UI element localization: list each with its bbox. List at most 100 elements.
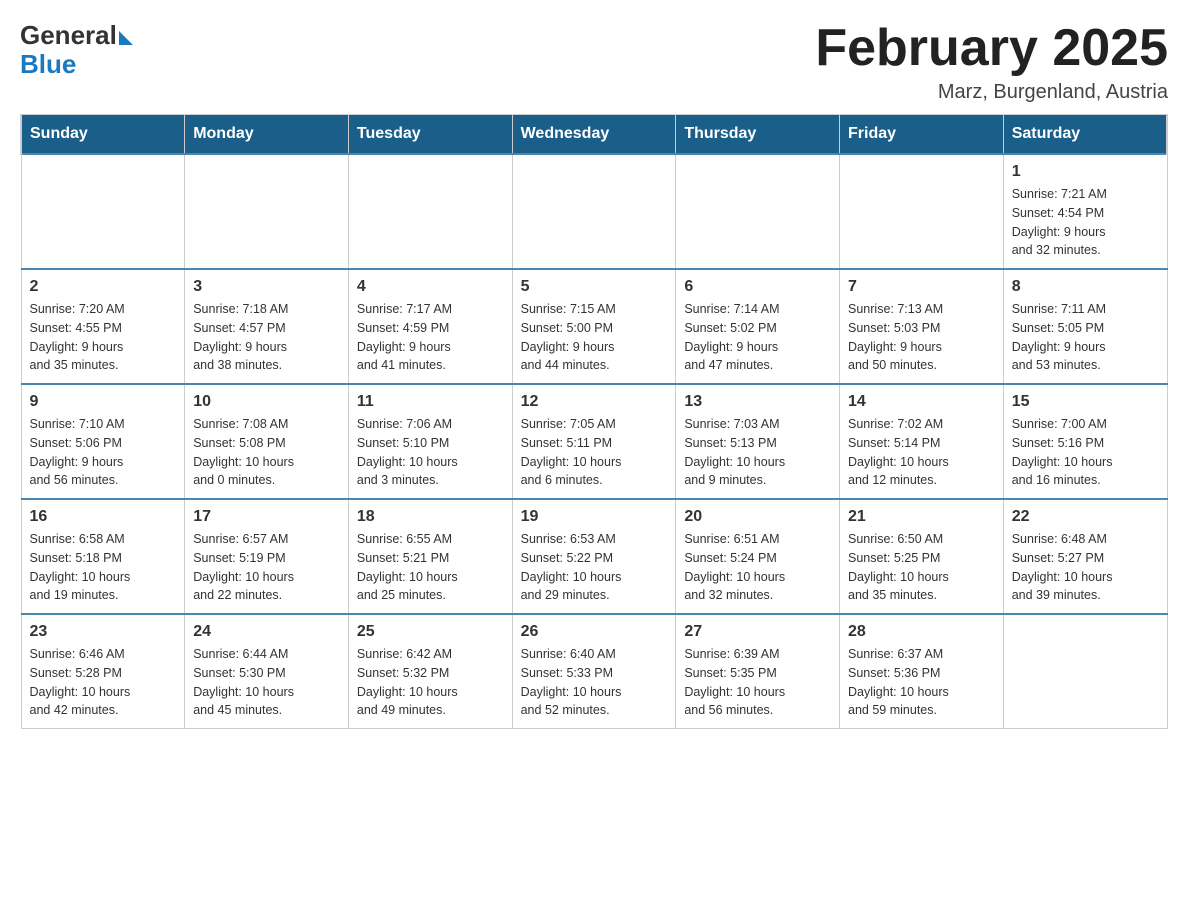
weekday-header-tuesday: Tuesday (348, 115, 512, 155)
day-number: 26 (521, 623, 668, 641)
day-info: Sunrise: 6:58 AMSunset: 5:18 PMDaylight:… (30, 530, 177, 605)
day-number: 20 (684, 508, 831, 526)
calendar: SundayMondayTuesdayWednesdayThursdayFrid… (20, 114, 1168, 729)
weekday-header-wednesday: Wednesday (512, 115, 676, 155)
day-number: 13 (684, 393, 831, 411)
day-info: Sunrise: 6:44 AMSunset: 5:30 PMDaylight:… (193, 645, 340, 720)
calendar-cell (1003, 614, 1167, 729)
day-info: Sunrise: 7:20 AMSunset: 4:55 PMDaylight:… (30, 300, 177, 375)
calendar-cell: 22Sunrise: 6:48 AMSunset: 5:27 PMDayligh… (1003, 499, 1167, 614)
day-info: Sunrise: 6:46 AMSunset: 5:28 PMDaylight:… (30, 645, 177, 720)
calendar-cell: 24Sunrise: 6:44 AMSunset: 5:30 PMDayligh… (185, 614, 349, 729)
calendar-cell: 18 Sunrise: 6:55 AMSunset: 5:21 PMDayligh… (348, 499, 512, 614)
calendar-cell: 26 Sunrise: 6:40 AMSunset: 5:33 PMDayligh… (512, 614, 676, 729)
calendar-cell: 6 Sunrise: 7:14 AMSunset: 5:02 PMDaylight… (676, 269, 840, 384)
day-number: 3 (193, 278, 340, 296)
day-number: 19 (521, 508, 668, 526)
calendar-cell (840, 154, 1004, 269)
day-number: 23 (30, 623, 177, 641)
calendar-week-2: 2 Sunrise: 7:20 AMSunset: 4:55 PMDaylight… (21, 269, 1167, 384)
calendar-cell: 28 Sunrise: 6:37 AMSunset: 5:36 PMDayligh… (840, 614, 1004, 729)
calendar-cell: 9Sunrise: 7:10 AMSunset: 5:06 PMDaylight… (21, 384, 185, 499)
calendar-cell (185, 154, 349, 269)
day-number: 4 (357, 278, 504, 296)
location: Marz, Burgenland, Austria (815, 81, 1168, 104)
calendar-cell (676, 154, 840, 269)
day-info: Sunrise: 6:42 AMSunset: 5:32 PMDaylight:… (357, 645, 504, 720)
day-info: Sunrise: 7:10 AMSunset: 5:06 PMDaylight:… (30, 415, 177, 490)
day-info: Sunrise: 6:37 AMSunset: 5:36 PMDaylight:… (848, 645, 995, 720)
day-number: 15 (1012, 393, 1159, 411)
day-info: Sunrise: 6:53 AMSunset: 5:22 PMDaylight:… (521, 530, 668, 605)
day-number: 25 (357, 623, 504, 641)
day-info: Sunrise: 6:51 AMSunset: 5:24 PMDaylight:… (684, 530, 831, 605)
day-info: Sunrise: 7:11 AMSunset: 5:05 PMDaylight:… (1012, 300, 1159, 375)
page-header: General Blue February 2025 Marz, Burgenl… (20, 20, 1168, 104)
day-number: 16 (30, 508, 177, 526)
calendar-cell: 1 Sunrise: 7:21 AMSunset: 4:54 PMDaylight… (1003, 154, 1167, 269)
day-info: Sunrise: 7:17 AMSunset: 4:59 PMDaylight:… (357, 300, 504, 375)
day-number: 18 (357, 508, 504, 526)
day-info: Sunrise: 6:39 AMSunset: 5:35 PMDaylight:… (684, 645, 831, 720)
calendar-cell: 16 Sunrise: 6:58 AMSunset: 5:18 PMDayligh… (21, 499, 185, 614)
calendar-cell: 19 Sunrise: 6:53 AMSunset: 5:22 PMDayligh… (512, 499, 676, 614)
calendar-cell: 8 Sunrise: 7:11 AMSunset: 5:05 PMDaylight… (1003, 269, 1167, 384)
calendar-week-1: 1 Sunrise: 7:21 AMSunset: 4:54 PMDaylight… (21, 154, 1167, 269)
calendar-week-5: 23 Sunrise: 6:46 AMSunset: 5:28 PMDayligh… (21, 614, 1167, 729)
calendar-cell: 2 Sunrise: 7:20 AMSunset: 4:55 PMDaylight… (21, 269, 185, 384)
calendar-cell: 14 Sunrise: 7:02 AMSunset: 5:14 PMDayligh… (840, 384, 1004, 499)
day-number: 8 (1012, 278, 1159, 296)
logo-general: General (20, 20, 117, 51)
day-number: 2 (30, 278, 177, 296)
calendar-week-3: 9Sunrise: 7:10 AMSunset: 5:06 PMDaylight… (21, 384, 1167, 499)
calendar-cell: 10Sunrise: 7:08 AMSunset: 5:08 PMDayligh… (185, 384, 349, 499)
day-info: Sunrise: 7:14 AMSunset: 5:02 PMDaylight:… (684, 300, 831, 375)
calendar-cell: 7Sunrise: 7:13 AMSunset: 5:03 PMDaylight… (840, 269, 1004, 384)
day-number: 27 (684, 623, 831, 641)
day-info: Sunrise: 7:03 AMSunset: 5:13 PMDaylight:… (684, 415, 831, 490)
logo-blue: Blue (20, 49, 76, 80)
day-info: Sunrise: 6:57 AMSunset: 5:19 PMDaylight:… (193, 530, 340, 605)
weekday-header-monday: Monday (185, 115, 349, 155)
day-info: Sunrise: 7:21 AMSunset: 4:54 PMDaylight:… (1012, 185, 1159, 260)
calendar-cell: 13 Sunrise: 7:03 AMSunset: 5:13 PMDayligh… (676, 384, 840, 499)
weekday-header-sunday: Sunday (21, 115, 185, 155)
day-number: 28 (848, 623, 995, 641)
logo-arrow-icon (119, 31, 133, 45)
day-info: Sunrise: 7:02 AMSunset: 5:14 PMDaylight:… (848, 415, 995, 490)
day-number: 6 (684, 278, 831, 296)
weekday-header-friday: Friday (840, 115, 1004, 155)
day-info: Sunrise: 7:18 AMSunset: 4:57 PMDaylight:… (193, 300, 340, 375)
weekday-header-thursday: Thursday (676, 115, 840, 155)
calendar-cell (348, 154, 512, 269)
logo: General Blue (20, 20, 133, 80)
calendar-cell: 11Sunrise: 7:06 AMSunset: 5:10 PMDayligh… (348, 384, 512, 499)
day-number: 12 (521, 393, 668, 411)
day-number: 11 (357, 393, 504, 411)
calendar-cell: 4 Sunrise: 7:17 AMSunset: 4:59 PMDaylight… (348, 269, 512, 384)
weekday-header-row: SundayMondayTuesdayWednesdayThursdayFrid… (21, 115, 1167, 155)
calendar-cell: 23 Sunrise: 6:46 AMSunset: 5:28 PMDayligh… (21, 614, 185, 729)
day-info: Sunrise: 6:55 AMSunset: 5:21 PMDaylight:… (357, 530, 504, 605)
weekday-header-saturday: Saturday (1003, 115, 1167, 155)
day-info: Sunrise: 7:05 AMSunset: 5:11 PMDaylight:… (521, 415, 668, 490)
logo-text: General (20, 20, 133, 51)
day-number: 21 (848, 508, 995, 526)
day-info: Sunrise: 6:48 AMSunset: 5:27 PMDaylight:… (1012, 530, 1159, 605)
calendar-cell: 15 Sunrise: 7:00 AMSunset: 5:16 PMDayligh… (1003, 384, 1167, 499)
calendar-cell: 17Sunrise: 6:57 AMSunset: 5:19 PMDayligh… (185, 499, 349, 614)
day-number: 1 (1012, 163, 1159, 181)
day-number: 14 (848, 393, 995, 411)
calendar-cell: 21 Sunrise: 6:50 AMSunset: 5:25 PMDayligh… (840, 499, 1004, 614)
day-info: Sunrise: 7:08 AMSunset: 5:08 PMDaylight:… (193, 415, 340, 490)
day-number: 5 (521, 278, 668, 296)
day-info: Sunrise: 6:50 AMSunset: 5:25 PMDaylight:… (848, 530, 995, 605)
calendar-week-4: 16 Sunrise: 6:58 AMSunset: 5:18 PMDayligh… (21, 499, 1167, 614)
title-section: February 2025 Marz, Burgenland, Austria (815, 20, 1168, 104)
month-title: February 2025 (815, 20, 1168, 77)
calendar-cell: 5Sunrise: 7:15 AMSunset: 5:00 PMDaylight… (512, 269, 676, 384)
day-info: Sunrise: 7:00 AMSunset: 5:16 PMDaylight:… (1012, 415, 1159, 490)
day-number: 7 (848, 278, 995, 296)
calendar-cell: 20 Sunrise: 6:51 AMSunset: 5:24 PMDayligh… (676, 499, 840, 614)
day-info: Sunrise: 6:40 AMSunset: 5:33 PMDaylight:… (521, 645, 668, 720)
